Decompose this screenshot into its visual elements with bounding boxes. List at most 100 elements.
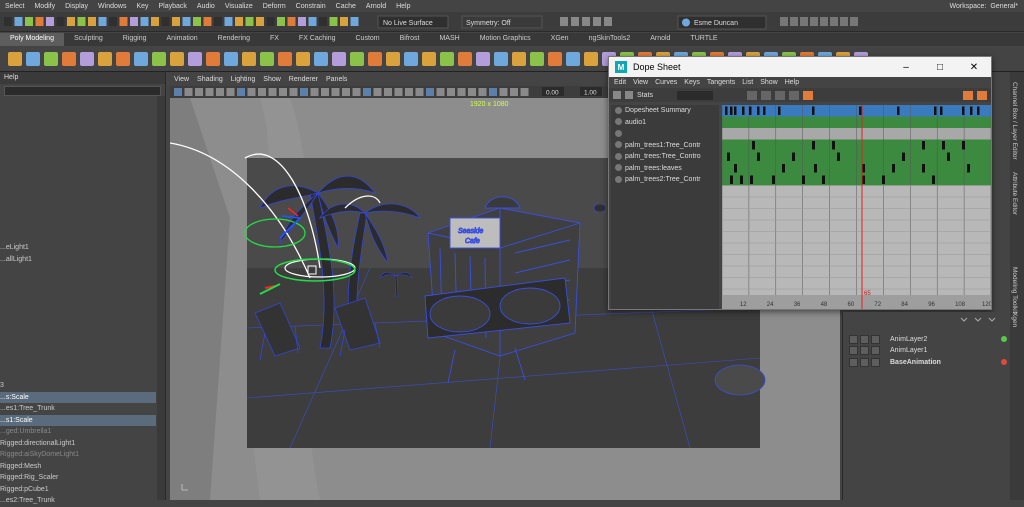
outliner-item[interactable]: ...s1:Scale bbox=[0, 414, 156, 426]
layer-mute-toggle[interactable] bbox=[871, 334, 880, 344]
viewport-tool-icon[interactable] bbox=[436, 88, 445, 96]
keyframe[interactable] bbox=[814, 164, 817, 173]
outliner-item[interactable]: Rigged:directionalLight1 bbox=[0, 438, 156, 450]
shelf-tool-icon[interactable] bbox=[458, 51, 472, 66]
layer-solo-toggle[interactable] bbox=[860, 346, 869, 355]
dope-sheet-row[interactable] bbox=[611, 128, 719, 140]
keyframe[interactable] bbox=[882, 175, 885, 185]
minimize-button[interactable]: – bbox=[889, 62, 923, 73]
status-tool-icon[interactable] bbox=[308, 17, 317, 26]
dope-sheet-row[interactable]: audio1 bbox=[611, 117, 719, 129]
render-icon[interactable] bbox=[850, 17, 858, 26]
keyframe[interactable] bbox=[859, 106, 862, 116]
viewport-tool-icon[interactable] bbox=[457, 88, 466, 96]
menu-windows[interactable]: Windows bbox=[93, 3, 131, 10]
shelf-tool-icon[interactable] bbox=[134, 51, 148, 66]
keyframe[interactable] bbox=[967, 164, 970, 173]
menu-deform[interactable]: Deform bbox=[258, 3, 291, 10]
viewport-menu-shading[interactable]: Shading bbox=[197, 76, 223, 86]
shelf-tool-icon[interactable] bbox=[368, 51, 382, 66]
keyframe[interactable] bbox=[749, 106, 752, 116]
keyframe[interactable] bbox=[947, 152, 950, 162]
dope-sheet-menu-help[interactable]: Help bbox=[785, 79, 799, 86]
menu-visualize[interactable]: Visualize bbox=[220, 3, 258, 10]
viewport-tool-icon[interactable] bbox=[447, 88, 455, 96]
anim-layer-row[interactable]: AnimLayer2 bbox=[849, 334, 1007, 344]
layer-mute-toggle[interactable] bbox=[871, 346, 880, 355]
time-ruler[interactable] bbox=[722, 295, 991, 309]
shelf-tool-icon[interactable] bbox=[242, 51, 256, 66]
snap-icon[interactable] bbox=[582, 17, 590, 26]
viewport-tool-icon[interactable] bbox=[352, 88, 361, 96]
shelf-tab-fx-caching[interactable]: FX Caching bbox=[289, 33, 346, 46]
viewport-tool-icon[interactable] bbox=[478, 88, 487, 96]
filter-icon[interactable] bbox=[625, 91, 633, 99]
viewport-tool-icon[interactable] bbox=[184, 88, 193, 96]
viewport-tool-icon[interactable] bbox=[279, 88, 287, 96]
shelf-tab-turtle[interactable]: TURTLE bbox=[680, 33, 727, 46]
viewport-tool-icon[interactable] bbox=[268, 88, 277, 96]
dope-sheet-menu-edit[interactable]: Edit bbox=[614, 79, 626, 86]
shelf-tab-animation[interactable]: Animation bbox=[157, 33, 208, 46]
viewport-tool-icon[interactable] bbox=[237, 88, 245, 96]
dope-sheet-row[interactable]: palm_trees2:Tree_Contr bbox=[611, 174, 719, 186]
status-tool-icon[interactable] bbox=[193, 17, 201, 26]
status-tool-icon[interactable] bbox=[140, 17, 149, 26]
status-tool-icon[interactable] bbox=[4, 17, 12, 26]
viewport-menu-renderer[interactable]: Renderer bbox=[289, 76, 318, 86]
status-tool-icon[interactable] bbox=[266, 17, 275, 26]
shelf-tool-icon[interactable] bbox=[332, 51, 346, 66]
layer-lock-toggle[interactable] bbox=[849, 346, 858, 355]
keyframe[interactable] bbox=[734, 164, 737, 173]
snap-icon[interactable] bbox=[571, 17, 579, 26]
outliner-item[interactable] bbox=[0, 265, 156, 277]
outliner-search-input[interactable] bbox=[4, 86, 161, 96]
viewport-menu-show[interactable]: Show bbox=[263, 76, 281, 86]
snap-icon[interactable] bbox=[593, 17, 601, 26]
keyframe[interactable] bbox=[740, 175, 743, 185]
keyframe[interactable] bbox=[742, 106, 745, 116]
shelf-tool-icon[interactable] bbox=[80, 51, 94, 66]
shelf-tool-icon[interactable] bbox=[278, 51, 292, 66]
viewport-tool-icon[interactable] bbox=[310, 88, 319, 96]
viewport-tool-icon[interactable] bbox=[258, 88, 266, 96]
status-tool-icon[interactable] bbox=[77, 17, 86, 26]
layer-lock-toggle[interactable] bbox=[849, 334, 858, 344]
outliner-item[interactable]: ...ged:Umbrella1 bbox=[0, 426, 156, 438]
outliner-item[interactable]: ...s:Scale bbox=[0, 391, 156, 403]
keyframe[interactable] bbox=[772, 175, 775, 185]
viewport-tool-icon[interactable] bbox=[205, 88, 214, 96]
shelf-tool-icon[interactable] bbox=[584, 51, 598, 66]
shelf-tool-icon[interactable] bbox=[8, 51, 22, 66]
outliner-item[interactable]: Rigged:Rig_Scaler bbox=[0, 472, 156, 484]
dope-sheet-menu-keys[interactable]: Keys bbox=[684, 79, 700, 86]
viewport-menu-lighting[interactable]: Lighting bbox=[231, 76, 256, 86]
outliner-item[interactable]: ...es1:Tree_Trunk bbox=[0, 403, 156, 415]
menu-select[interactable]: Select bbox=[0, 3, 29, 10]
keyframe[interactable] bbox=[757, 152, 760, 162]
status-tool-icon[interactable] bbox=[151, 17, 159, 26]
side-tab-attribute-editor[interactable]: Attribute Editor bbox=[1011, 172, 1018, 215]
layer-arrow-icon[interactable] bbox=[960, 317, 996, 322]
menu-key[interactable]: Key bbox=[131, 3, 153, 10]
status-tool-icon[interactable] bbox=[35, 17, 44, 26]
tool-icon[interactable] bbox=[977, 90, 987, 100]
status-tool-icon[interactable] bbox=[88, 17, 96, 26]
outliner-scrollbar[interactable] bbox=[157, 96, 165, 500]
status-tool-icon[interactable] bbox=[245, 17, 254, 26]
viewport-menu-view[interactable]: View bbox=[174, 76, 189, 86]
keyframe[interactable] bbox=[897, 106, 900, 116]
viewport-tool-icon[interactable] bbox=[520, 88, 529, 96]
viewport-tool-icon[interactable] bbox=[363, 88, 371, 96]
status-tool-icon[interactable] bbox=[98, 17, 107, 26]
viewport-tool-icon[interactable] bbox=[499, 88, 508, 96]
keyframe[interactable] bbox=[725, 106, 728, 116]
keyframe[interactable] bbox=[934, 106, 937, 116]
outliner-item[interactable]: ...es2:Tree_Trunk bbox=[0, 495, 156, 507]
dope-sheet-menu-curves[interactable]: Curves bbox=[655, 79, 677, 86]
keyframe[interactable] bbox=[962, 106, 965, 116]
outliner-item[interactable] bbox=[0, 277, 156, 289]
keyframe[interactable] bbox=[782, 164, 785, 173]
keyframe[interactable] bbox=[730, 106, 733, 116]
shelf-tab-arnold[interactable]: Arnold bbox=[640, 33, 680, 46]
